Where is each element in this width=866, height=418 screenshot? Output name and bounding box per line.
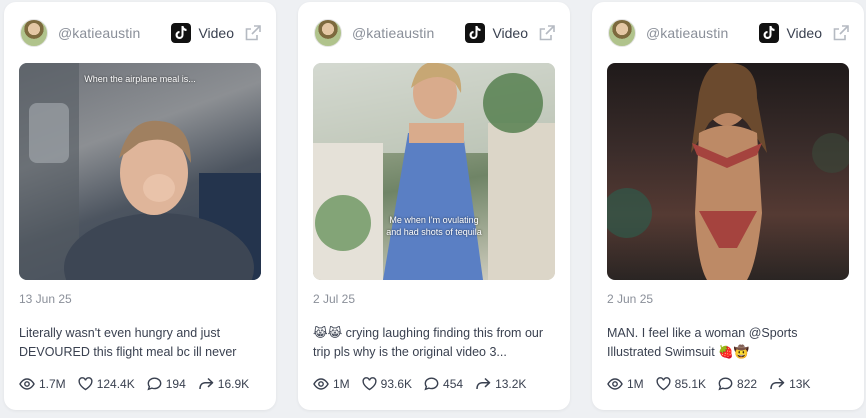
comments-count: 822 [737,377,758,391]
post-card[interactable]: @katieaustin Video Me when I'm ovulating… [298,2,570,410]
eye-icon [313,378,329,390]
shares-count: 13.2K [495,377,527,391]
views-stat: 1.7M [19,377,66,391]
post-stats: 1.7M 124.4K 194 16.9K [19,377,266,391]
card-header: @katieaustin Video [20,18,262,48]
likes-count: 93.6K [380,377,413,391]
platform-label: Video [492,25,528,41]
external-link-icon[interactable] [832,24,850,42]
likes-stat: 93.6K [362,377,412,391]
comment-icon [424,377,439,391]
post-stats: 1M 93.6K 454 13.2K [313,377,560,391]
share-icon [476,377,491,390]
post-date: 2 Jul 25 [313,292,356,306]
post-description: MAN. I feel like a woman @Sports Illustr… [607,326,798,359]
post-card[interactable]: @katieaustin Video When the airplane mea… [4,2,276,410]
external-link-icon[interactable] [244,24,262,42]
views-stat: 1M [313,377,350,391]
comments-count: 454 [443,377,464,391]
views-count: 1M [333,377,350,391]
post-description: Literally wasn't even hungry and just DE… [19,326,237,359]
likes-stat: 85.1K [656,377,706,391]
tiktok-icon [465,23,486,43]
post-date: 13 Jun 25 [19,292,72,306]
likes-stat: 124.4K [78,377,135,391]
thumbnail-caption: When the airplane meal is... [84,74,196,84]
shares-count: 13K [789,377,811,391]
comment-icon [718,377,733,391]
eye-icon [607,378,623,390]
card-header: @katieaustin Video [314,18,556,48]
shares-stat: 16.9K [198,377,249,391]
post-card[interactable]: @katieaustin Video 2 Jun 25 MAN. I feel … [592,2,864,410]
views-count: 1M [627,377,644,391]
shares-stat: 13.2K [475,377,526,391]
views-count: 1.7M [39,377,66,391]
video-thumbnail[interactable] [607,63,849,280]
likes-count: 85.1K [674,377,707,391]
author-handle[interactable]: @katieaustin [352,25,434,41]
thumbnail-caption: Me when I'm ovulating and had shots of t… [386,215,482,237]
author-handle[interactable]: @katieaustin [58,25,140,41]
comments-count: 194 [165,377,186,391]
comments-stat: 194 [147,377,186,391]
likes-count: 124.4K [96,377,135,391]
heart-icon [78,377,93,391]
comment-icon [147,377,162,391]
comments-stat: 454 [424,377,463,391]
card-header: @katieaustin Video [608,18,850,48]
external-link-icon[interactable] [538,24,556,42]
heart-icon [656,377,671,391]
shares-stat: 13K [769,377,810,391]
comments-stat: 822 [718,377,757,391]
avatar[interactable] [608,19,636,47]
heart-icon [362,377,377,391]
platform-label: Video [198,25,234,41]
post-date: 2 Jun 25 [607,292,654,306]
post-description: 😹😹 crying laughing finding this from our… [313,326,544,359]
views-stat: 1M [607,377,644,391]
avatar[interactable] [20,19,48,47]
tiktok-icon [171,23,192,43]
tiktok-icon [759,23,780,43]
share-icon [199,377,214,390]
video-thumbnail[interactable]: Me when I'm ovulating and had shots of t… [313,63,555,280]
share-icon [770,377,785,390]
shares-count: 16.9K [217,377,250,391]
author-handle[interactable]: @katieaustin [646,25,728,41]
post-stats: 1M 85.1K 822 13K [607,377,854,391]
avatar[interactable] [314,19,342,47]
eye-icon [19,378,35,390]
video-thumbnail[interactable]: When the airplane meal is... [19,63,261,280]
platform-label: Video [786,25,822,41]
